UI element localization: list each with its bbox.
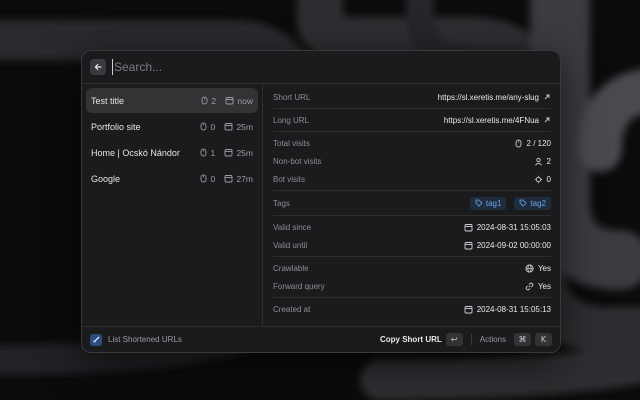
search-input[interactable] xyxy=(112,59,552,75)
calendar-icon xyxy=(464,241,473,249)
crawlable-value: Yes xyxy=(537,263,551,273)
tag-icon xyxy=(475,199,483,207)
calendar-icon xyxy=(464,305,473,313)
mouse-icon xyxy=(201,174,207,183)
tag-badge: tag2 xyxy=(514,196,551,210)
valid-until-row: Valid until 2024-09-02 00:00:00 xyxy=(273,236,551,254)
created-at-row: Created at 2024-08-31 15:05:13 xyxy=(273,300,551,318)
short-url-link[interactable]: https://sl.xeretis.me/any-slug xyxy=(438,93,539,102)
calendar-icon xyxy=(225,175,233,183)
tag-badge: tag1 xyxy=(469,196,507,210)
link-icon xyxy=(92,336,99,343)
mouse-icon xyxy=(201,122,207,131)
list-item-title: Home | Ocskó Nándor xyxy=(91,147,180,158)
crawlable-label: Crawlable xyxy=(273,263,309,273)
bot-visits-value: 0 xyxy=(546,174,551,184)
copy-short-url-button[interactable]: Copy Short URL xyxy=(380,335,442,344)
bot-icon xyxy=(534,175,542,183)
external-link-icon[interactable] xyxy=(543,116,551,124)
long-url-row[interactable]: Long URL https://sl.xeretis.me/4FNua xyxy=(273,111,551,129)
list-item[interactable]: Portfolio site 0 25m xyxy=(86,114,258,139)
created-at-label: Created at xyxy=(273,304,311,314)
link-icon xyxy=(525,282,534,290)
mouse-icon xyxy=(201,96,208,105)
calendar-icon xyxy=(225,149,233,157)
person-icon xyxy=(534,157,542,165)
extension-icon xyxy=(90,333,102,346)
valid-since-value: 2024-08-31 15:05:03 xyxy=(476,222,551,232)
long-url-link[interactable]: https://sl.xeretis.me/4FNua xyxy=(444,116,539,125)
non-bot-visits-label: Non-bot visits xyxy=(273,156,322,166)
back-button[interactable] xyxy=(90,59,106,75)
created-age: 25m xyxy=(236,147,253,158)
return-key-hint: ↩ xyxy=(445,333,463,346)
mouse-icon xyxy=(201,148,207,157)
calendar-icon xyxy=(464,223,473,231)
list-item[interactable]: Test title 2 now xyxy=(86,88,258,113)
visit-count: 1 xyxy=(210,147,216,158)
created-age: 27m xyxy=(236,173,253,184)
action-bar: List Shortened URLs Copy Short URL ↩ Act… xyxy=(82,326,560,352)
bot-visits-label: Bot visits xyxy=(273,174,306,184)
arrow-left-icon xyxy=(94,63,102,71)
calendar-icon xyxy=(225,97,234,105)
mouse-icon xyxy=(515,139,521,147)
long-url-label: Long URL xyxy=(273,115,310,125)
created-age: 25m xyxy=(236,121,253,132)
tag-icon xyxy=(520,199,527,207)
k-key-hint: K xyxy=(535,333,552,346)
non-bot-visits-row: Non-bot visits 2 xyxy=(273,152,551,170)
total-visits-value: 2 / 120 xyxy=(526,138,551,148)
forward-query-row: Forward query Yes xyxy=(273,277,551,295)
short-url-row[interactable]: Short URL https://sl.xeretis.me/any-slug xyxy=(273,88,551,106)
tags-label: Tags xyxy=(273,198,290,208)
calendar-icon xyxy=(225,123,233,131)
valid-until-value: 2024-09-02 00:00:00 xyxy=(476,240,551,250)
tag-label: tag2 xyxy=(530,198,546,208)
list-item-title: Test title xyxy=(91,95,125,106)
command-title: List Shortened URLs xyxy=(108,335,182,344)
visit-count: 0 xyxy=(210,121,216,132)
globe-icon xyxy=(525,263,534,273)
valid-until-label: Valid until xyxy=(273,240,308,250)
list-item-title: Google xyxy=(91,173,121,184)
created-age: now xyxy=(237,95,253,106)
shortened-urls-list: Test title 2 now Portfolio site 0 25m Ho… xyxy=(82,84,263,326)
forward-query-label: Forward query xyxy=(273,281,325,291)
visit-count: 0 xyxy=(210,173,216,184)
tag-label: tag1 xyxy=(485,198,502,208)
cmd-key-hint: ⌘ xyxy=(514,333,531,346)
crawlable-row: Crawlable Yes xyxy=(273,259,551,277)
list-item[interactable]: Google 0 27m xyxy=(86,166,258,191)
bot-visits-row: Bot visits 0 xyxy=(273,170,551,188)
external-link-icon[interactable] xyxy=(543,93,551,101)
list-item-title: Portfolio site xyxy=(91,121,141,132)
created-at-value: 2024-08-31 15:05:13 xyxy=(476,304,551,314)
valid-since-row: Valid since 2024-08-31 15:05:03 xyxy=(273,218,551,236)
visit-count: 2 xyxy=(211,95,217,106)
non-bot-visits-value: 2 xyxy=(546,156,551,166)
raycast-window: Test title 2 now Portfolio site 0 25m xyxy=(81,50,561,353)
detail-panel: Short URL https://sl.xeretis.me/any-slug… xyxy=(263,84,560,326)
search-bar xyxy=(82,51,560,84)
valid-since-label: Valid since xyxy=(273,222,312,232)
actions-button[interactable]: Actions xyxy=(480,335,506,344)
list-item[interactable]: Home | Ocskó Nándor 1 25m xyxy=(86,140,258,165)
total-visits-row: Total visits 2 / 120 xyxy=(273,134,551,152)
tags-row: Tags tag1 tag2 xyxy=(273,193,551,213)
forward-query-value: Yes xyxy=(537,281,551,291)
total-visits-label: Total visits xyxy=(273,138,310,148)
short-url-label: Short URL xyxy=(273,92,311,102)
